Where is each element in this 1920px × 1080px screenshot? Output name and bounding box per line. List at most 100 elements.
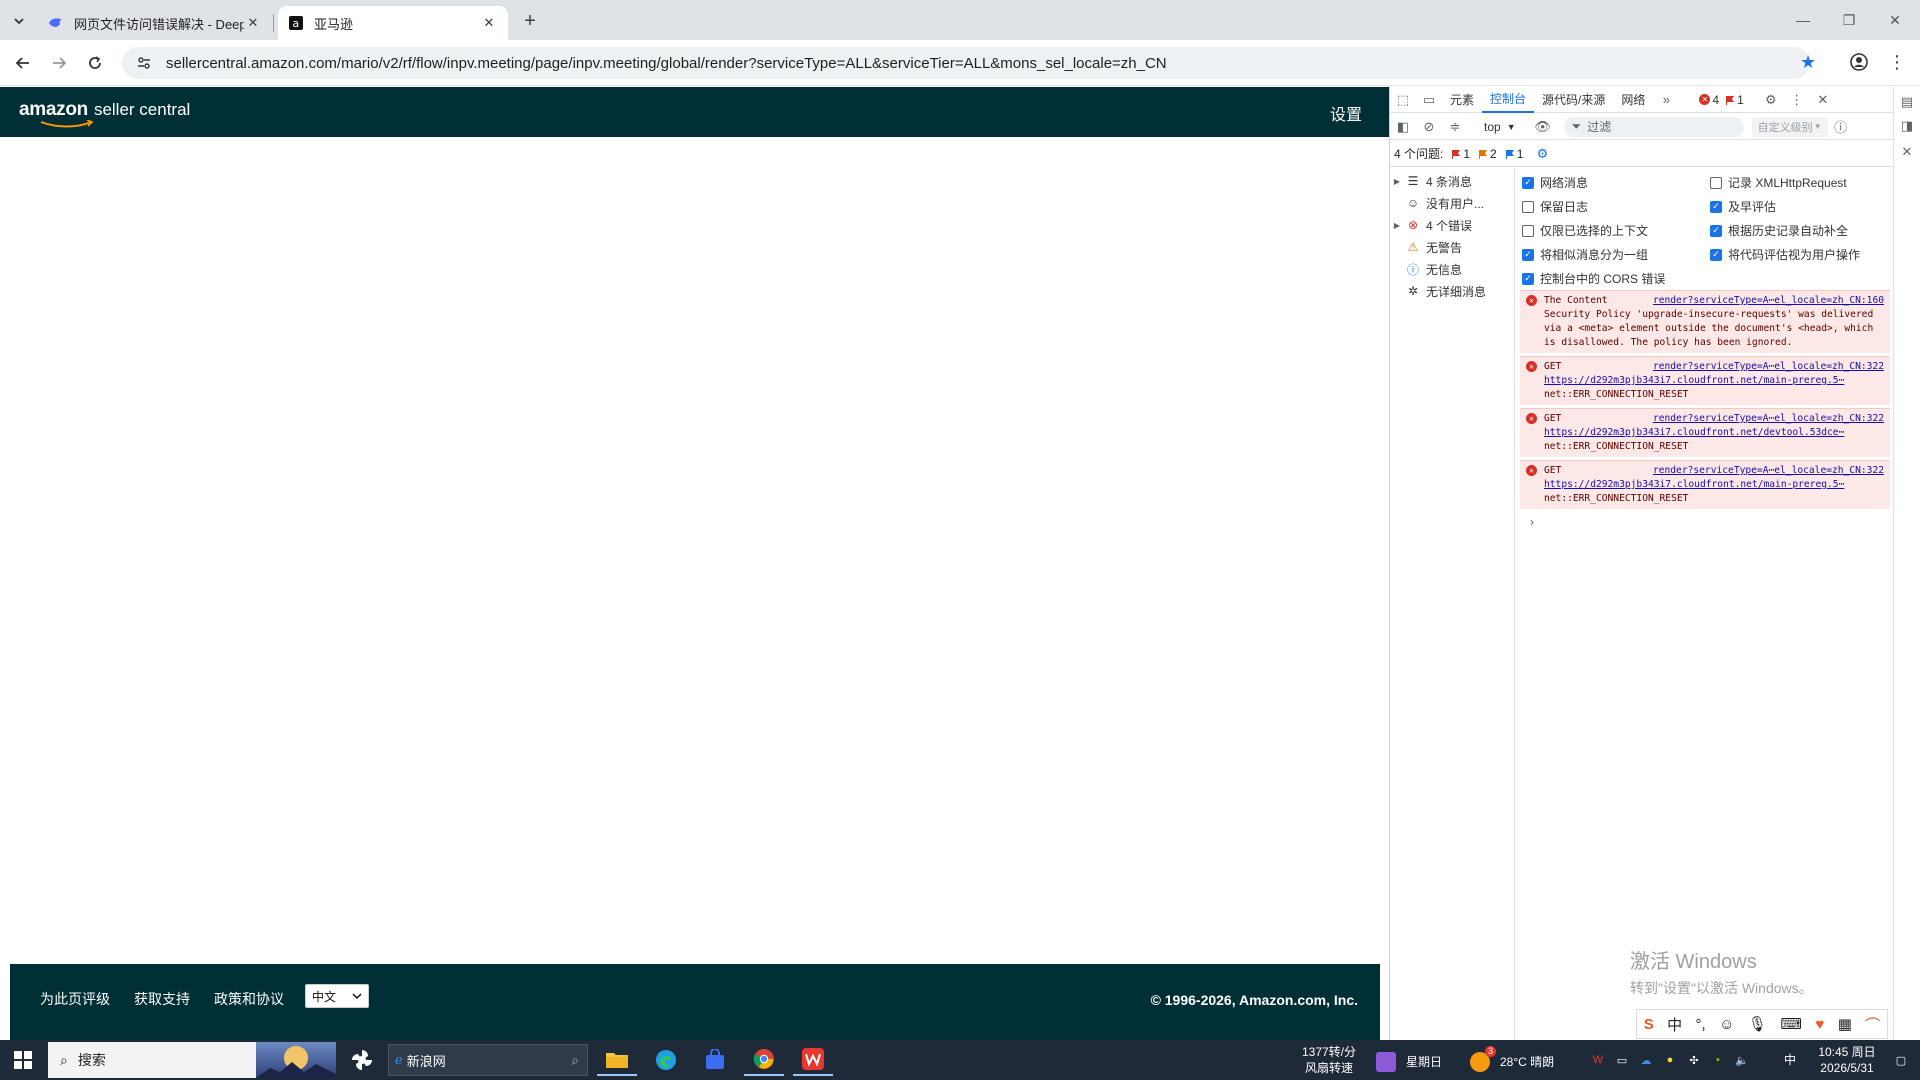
request-url-link[interactable]: https://d292m3pjb343i7.cloudfront.net/ma… (1544, 479, 1844, 490)
checkbox-checked[interactable]: ✓ (1710, 200, 1722, 213)
gear-icon[interactable]: ⚙ (1758, 87, 1784, 113)
gear-icon[interactable]: ⚙ (1529, 141, 1555, 167)
calendar-widget[interactable]: 星期日 (1376, 1052, 1442, 1072)
tab-elements[interactable]: 元素 (1442, 87, 1482, 113)
create-live-expression-icon[interactable]: ≑ (1442, 114, 1468, 140)
tab-search-button[interactable] (6, 8, 32, 34)
setting-group-similar[interactable]: ✓ 将相似消息分为一组 (1522, 246, 1648, 263)
store-button[interactable] (695, 1044, 735, 1076)
weather-widget[interactable]: 3 28°C 晴朗 (1470, 1046, 1554, 1072)
rate-page-link[interactable]: 为此页评级 (40, 989, 110, 1009)
checkbox-checked[interactable]: ✓ (1522, 248, 1534, 261)
browser-menu-button[interactable]: ⋮ (1886, 51, 1908, 73)
checkbox-checked[interactable]: ✓ (1522, 272, 1534, 285)
request-url-link[interactable]: https://d292m3pjb343i7.cloudfront.net/de… (1544, 427, 1844, 438)
error-count-badge[interactable]: ✕ 4 (1699, 93, 1719, 107)
sogou-icon[interactable]: S (1644, 1016, 1654, 1033)
log-level-select[interactable]: 自定义级别 ▼ (1751, 116, 1828, 137)
wps-tray-icon[interactable]: W (1590, 1052, 1606, 1068)
sidebar-item-errors[interactable]: ▶ ⊗ 4 个错误 (1390, 214, 1515, 236)
punctuation-icon[interactable]: °, (1696, 1016, 1706, 1033)
new-tab-button[interactable]: + (518, 9, 542, 33)
checkbox-checked[interactable]: ✓ (1710, 248, 1722, 261)
sidebar-item-user-messages[interactable]: ☺ 没有用户... (1390, 192, 1515, 214)
source-link[interactable]: render?serviceType=A⋯el_locale=zh_CN:322 (1653, 412, 1884, 426)
microphone-icon[interactable]: 🎙 (1748, 1015, 1767, 1033)
start-button[interactable] (14, 1051, 32, 1072)
filter-input[interactable]: ⏷ 过滤 (1563, 116, 1744, 137)
nvidia-icon[interactable]: ▪ (1710, 1052, 1726, 1068)
bookmark-star-icon[interactable]: ★ (1800, 52, 1816, 73)
source-link[interactable]: render?serviceType=A⋯el_locale=zh_CN:322 (1653, 464, 1884, 478)
setting-selected-context[interactable]: 仅限已选择的上下文 (1522, 222, 1648, 239)
setting-preserve-log[interactable]: 保留日志 (1522, 198, 1588, 215)
fan-speed-widget[interactable]: 1377转/分 风扇转速 (1298, 1044, 1360, 1076)
get-support-link[interactable]: 获取支持 (134, 989, 190, 1009)
setting-eager-eval[interactable]: ✓ 及早评估 (1710, 198, 1776, 215)
setting-autocomplete[interactable]: ✓ 根据历史记录自动补全 (1710, 222, 1848, 239)
source-link[interactable]: render?serviceType=A⋯el_locale=zh_CN:322 (1653, 360, 1884, 374)
back-button[interactable] (10, 50, 36, 76)
volume-icon[interactable]: 🔈 (1734, 1052, 1750, 1068)
console-error-entry[interactable]: ✕ GET render?serviceType=A⋯el_locale=zh_… (1520, 408, 1890, 457)
checkbox-checked[interactable]: ✓ (1710, 224, 1722, 237)
close-icon[interactable]: ✕ (480, 14, 498, 32)
profile-button[interactable] (1848, 51, 1870, 73)
checkbox-unchecked[interactable] (1522, 224, 1534, 237)
expand-arrow-icon[interactable]: ▶ (1390, 177, 1404, 186)
tab-console[interactable]: 控制台 (1482, 87, 1535, 113)
clock[interactable]: 10:45 周日 2026/5/31 (1812, 1044, 1882, 1076)
settings-link[interactable]: 设置 (1330, 101, 1362, 125)
issues-bar[interactable]: 4 个问题: 1 2 1 ⚙ (1390, 141, 1894, 167)
checkbox-unchecked[interactable] (1522, 200, 1534, 213)
keyboard-icon[interactable]: ⌨ (1780, 1015, 1802, 1033)
eye-icon[interactable]: 👁 (1530, 114, 1556, 140)
taskbar-search[interactable]: ⌕ 搜索 (48, 1042, 336, 1078)
sidebar-item-verbose[interactable]: ✲ 无详细消息 (1390, 280, 1515, 302)
console-error-entry[interactable]: ✕ The Content render?serviceType=A⋯el_lo… (1520, 290, 1890, 353)
tab-sources[interactable]: 源代码/来源 (1534, 87, 1613, 113)
issue-count-badge[interactable]: 1 (1725, 93, 1744, 107)
source-link[interactable]: render?serviceType=A⋯el_locale=zh_CN:160 (1653, 294, 1884, 308)
skin-icon[interactable]: ♥ (1815, 1016, 1824, 1033)
console-prompt[interactable]: › (1530, 515, 1894, 529)
more-options-icon[interactable]: ⋮ (1784, 87, 1810, 113)
setting-cors-errors[interactable]: ✓ 控制台中的 CORS 错误 (1522, 270, 1665, 287)
ime-indicator[interactable]: 中 (1782, 1051, 1798, 1067)
language-select[interactable]: 中文 (305, 984, 369, 1008)
reload-button[interactable] (82, 50, 108, 76)
chrome-button[interactable] (744, 1044, 784, 1076)
request-url-link[interactable]: https://d292m3pjb343i7.cloudfront.net/ma… (1544, 375, 1844, 386)
minimize-button[interactable]: — (1780, 0, 1826, 40)
close-icon[interactable]: ✕ (1898, 143, 1916, 161)
device-toolbar-icon[interactable]: ▭ (1416, 87, 1442, 113)
close-window-button[interactable]: ✕ (1872, 0, 1918, 40)
inspect-element-icon[interactable]: ⬚ (1390, 87, 1416, 113)
sidebar-item-messages[interactable]: ▶ ☰ 4 条消息 (1390, 170, 1515, 192)
sidebar-item-info[interactable]: ⓘ 无信息 (1390, 258, 1515, 280)
file-explorer-button[interactable] (597, 1044, 637, 1076)
news-search-box[interactable]: ℯ 新浪网 ⌕ (388, 1044, 588, 1076)
setting-log-xhr[interactable]: 记录 XMLHttpRequest (1710, 174, 1847, 191)
emoji-icon[interactable]: ☺ (1719, 1016, 1734, 1033)
setting-network-messages[interactable]: ✓ 网络消息 (1522, 174, 1588, 191)
forward-button[interactable] (46, 50, 72, 76)
sogou-brand-icon[interactable]: ⌒ (1865, 1014, 1880, 1035)
dock-bottom-icon[interactable]: ▤ (1898, 93, 1916, 111)
notification-icon[interactable]: ▢ (1890, 1052, 1912, 1068)
setting-eval-user-action[interactable]: ✓ 将代码评估视为用户操作 (1710, 246, 1860, 263)
more-tabs-icon[interactable]: » (1653, 87, 1679, 113)
console-error-entry[interactable]: ✕ GET render?serviceType=A⋯el_locale=zh_… (1520, 460, 1890, 509)
toolbox-icon[interactable]: ▦ (1838, 1015, 1852, 1033)
context-select[interactable]: top ▼ (1478, 120, 1522, 134)
network-icon[interactable]: ✣ (1686, 1052, 1702, 1068)
site-info-icon[interactable] (134, 53, 154, 73)
sidebar-item-warnings[interactable]: ⚠ 无警告 (1390, 236, 1515, 258)
seller-central-logo[interactable]: amazon seller central (19, 99, 190, 128)
tab-network[interactable]: 网络 (1613, 87, 1653, 113)
address-bar[interactable]: sellercentral.amazon.com/mario/v2/rf/flo… (122, 47, 1810, 79)
sidebar-toggle-icon[interactable]: ◧ (1390, 114, 1416, 140)
edge-button[interactable] (646, 1044, 686, 1076)
policies-link[interactable]: 政策和协议 (214, 989, 284, 1009)
close-icon[interactable]: ✕ (1810, 87, 1836, 113)
